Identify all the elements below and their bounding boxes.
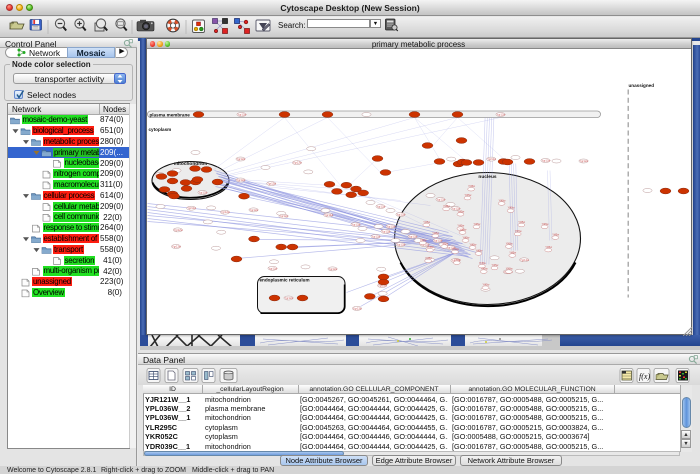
svg-text:Yl45w: Yl45w bbox=[509, 251, 516, 254]
svg-text:Ygr12w: Ygr12w bbox=[351, 222, 360, 226]
svg-text:Yl45w: Yl45w bbox=[423, 221, 430, 224]
svg-text:Ygr12w: Ygr12w bbox=[268, 266, 277, 270]
svg-text:Ygr12w: Ygr12w bbox=[381, 229, 390, 233]
svg-text:Ygr12w: Ygr12w bbox=[496, 112, 505, 116]
svg-text:Ygr12w: Ygr12w bbox=[292, 160, 301, 164]
svg-text:Yl45w: Yl45w bbox=[462, 236, 469, 239]
svg-text:Yl45w: Yl45w bbox=[441, 242, 448, 245]
svg-text:Ygr12w: Ygr12w bbox=[541, 158, 550, 162]
svg-text:Yl45w: Yl45w bbox=[480, 267, 487, 270]
svg-text:Yl45w: Yl45w bbox=[468, 185, 475, 188]
svg-text:Ygr12w: Ygr12w bbox=[187, 206, 196, 210]
svg-text:Yl45w: Yl45w bbox=[514, 230, 521, 233]
svg-text:Yl45w: Yl45w bbox=[518, 221, 525, 224]
svg-text:unassigned: unassigned bbox=[628, 83, 654, 88]
svg-text:Ygr12w: Ygr12w bbox=[249, 207, 258, 211]
svg-text:Search:: Search: bbox=[278, 21, 306, 30]
svg-text:Yl45w: Yl45w bbox=[443, 204, 450, 207]
svg-text:Ygr12w: Ygr12w bbox=[173, 227, 182, 231]
svg-text:Yl45w: Yl45w bbox=[452, 247, 459, 250]
svg-text:Yl45w: Yl45w bbox=[425, 256, 432, 259]
svg-text:Ygr12w: Ygr12w bbox=[328, 266, 337, 270]
svg-text:Ygr12w: Ygr12w bbox=[236, 157, 245, 161]
svg-text:Yl45w: Yl45w bbox=[505, 267, 512, 270]
svg-text:Yl45w: Yl45w bbox=[426, 246, 433, 249]
svg-text:Yl45w: Yl45w bbox=[432, 231, 439, 234]
svg-text:Yl45w: Yl45w bbox=[498, 199, 505, 202]
svg-text:Ygr12w: Ygr12w bbox=[408, 234, 417, 238]
svg-text:Yl45w: Yl45w bbox=[475, 249, 482, 252]
svg-text:Ygr12w: Ygr12w bbox=[371, 234, 380, 238]
svg-text:Yl45w: Yl45w bbox=[469, 243, 476, 246]
svg-text:Ygr12w: Ygr12w bbox=[172, 244, 181, 248]
svg-text:Ygr12w: Ygr12w bbox=[279, 214, 288, 218]
svg-text:Ygr12w: Ygr12w bbox=[520, 257, 529, 261]
svg-text:Yl45w: Yl45w bbox=[482, 283, 489, 286]
svg-text:Ygr12w: Ygr12w bbox=[324, 213, 333, 217]
svg-text:plasma membrane: plasma membrane bbox=[149, 112, 190, 117]
svg-text:Ygr12w: Ygr12w bbox=[396, 242, 405, 246]
svg-text:cytoplasm: cytoplasm bbox=[148, 127, 171, 132]
svg-text:Yl45w: Yl45w bbox=[541, 222, 548, 225]
svg-text:Ygr12w: Ygr12w bbox=[487, 157, 496, 161]
svg-text:Yl45w: Yl45w bbox=[491, 264, 498, 267]
svg-text:Ygr12w: Ygr12w bbox=[236, 178, 245, 182]
svg-text:Yl45w: Yl45w bbox=[473, 222, 480, 225]
svg-text:Ygr12w: Ygr12w bbox=[386, 224, 395, 228]
svg-text:Ygr12w: Ygr12w bbox=[376, 204, 385, 208]
svg-text:Yl45w: Yl45w bbox=[419, 238, 426, 241]
svg-text:Yl45w: Yl45w bbox=[453, 258, 460, 261]
svg-text:Yl45w: Yl45w bbox=[552, 233, 559, 236]
svg-text:Yl45w: Yl45w bbox=[457, 210, 464, 213]
svg-text:Ygr12w: Ygr12w bbox=[267, 181, 276, 185]
svg-text:Yl45w: Yl45w bbox=[505, 242, 512, 245]
svg-text:Ygr12w: Ygr12w bbox=[352, 306, 361, 310]
svg-text:Ygr12w: Ygr12w bbox=[237, 112, 246, 116]
svg-text:Ygr12w: Ygr12w bbox=[220, 210, 229, 214]
svg-text:Yl45w: Yl45w bbox=[507, 206, 514, 209]
svg-text:Yl45w: Yl45w bbox=[478, 262, 485, 265]
svg-text:mitochondrion: mitochondrion bbox=[173, 161, 207, 167]
svg-text:Yl45w: Yl45w bbox=[459, 228, 466, 231]
svg-text:Ygr12w: Ygr12w bbox=[579, 159, 588, 163]
svg-text:f(x): f(x) bbox=[639, 372, 650, 381]
svg-text:Yl45w: Yl45w bbox=[457, 224, 464, 227]
svg-text:Yl45w: Yl45w bbox=[545, 246, 552, 249]
svg-text:endoplasmic reticulum: endoplasmic reticulum bbox=[259, 277, 309, 282]
svg-text:nucleus: nucleus bbox=[478, 174, 496, 180]
svg-text:Yl45w: Yl45w bbox=[464, 194, 471, 197]
svg-text:Ygr12w: Ygr12w bbox=[198, 190, 207, 194]
svg-text:Ygr12w: Ygr12w bbox=[396, 212, 405, 216]
svg-text:Ygr12w: Ygr12w bbox=[436, 197, 445, 201]
svg-text:Ygr12w: Ygr12w bbox=[284, 296, 293, 300]
